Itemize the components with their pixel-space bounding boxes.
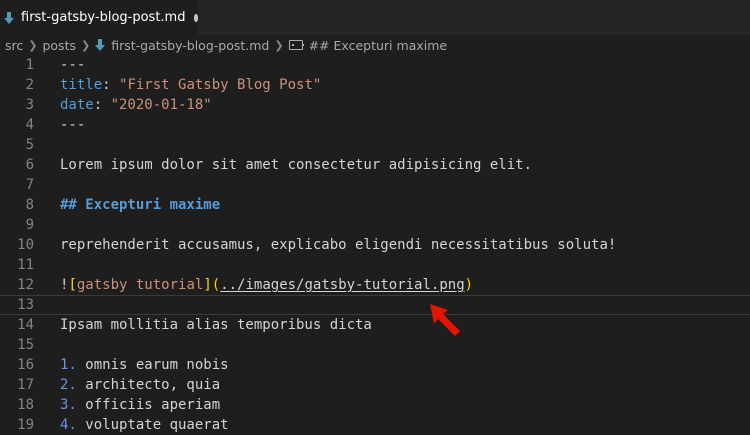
code-token: ): [464, 277, 474, 293]
line-number: 15: [17, 337, 34, 353]
line-number: 16: [17, 357, 34, 373]
code-line[interactable]: 1 ---: [0, 55, 750, 75]
code-line[interactable]: 3 date: "2020-01-18": [0, 95, 750, 115]
code-text: 2. architecto, quia: [60, 375, 220, 395]
chevron-right-icon: ❯: [80, 38, 91, 52]
line-number: 4: [25, 117, 34, 133]
code-token: omnis earum nobis: [76, 357, 229, 373]
code-token: date: [60, 97, 94, 113]
code-line[interactable]: 5: [0, 135, 750, 155]
line-number: 9: [25, 217, 34, 233]
code-token: :: [102, 77, 120, 93]
code-line[interactable]: 19 4. voluptate quaerat: [0, 415, 750, 435]
code-token: ---: [60, 57, 86, 73]
code-text: reprehenderit accusamus, explicabo elige…: [60, 235, 616, 255]
code-token: "2020-01-18": [110, 97, 212, 113]
code-text: ![gatsby tutorial](../images/gatsby-tuto…: [60, 275, 473, 295]
code-text: date: "2020-01-18": [60, 95, 212, 115]
breadcrumb-item-posts[interactable]: posts: [42, 38, 76, 53]
code-text: ---: [60, 55, 85, 75]
code-token: 4.: [60, 417, 77, 433]
code-text: ---: [60, 115, 85, 135]
unsaved-dot-icon[interactable]: [194, 13, 198, 22]
breadcrumb-item-file[interactable]: first-gatsby-blog-post.md: [111, 38, 269, 53]
code-token: (: [211, 277, 221, 293]
code-token: officiis aperiam: [76, 397, 221, 413]
code-line[interactable]: 17 2. architecto, quia: [0, 375, 750, 395]
tab-label: first-gatsby-blog-post.md: [21, 10, 186, 25]
code-token: ]: [203, 277, 212, 293]
code-token: ../images/gatsby-tutorial.png: [220, 277, 465, 293]
code-token: 2.: [60, 377, 77, 393]
code-line[interactable]: 12 ![gatsby tutorial](../images/gatsby-tu…: [0, 275, 750, 295]
line-number: 12: [17, 277, 34, 293]
code-token: reprehenderit accusamus, explicabo elige…: [60, 237, 617, 253]
code-token: Ipsam mollitia alias temporibus dicta: [60, 317, 372, 333]
code-line[interactable]: 10 reprehenderit accusamus, explicabo eli…: [0, 235, 750, 255]
code-text: 3. officiis aperiam: [60, 395, 220, 415]
line-number: 1: [25, 57, 34, 73]
code-line[interactable]: 8 ## Excepturi maxime: [0, 195, 750, 215]
line-number: 3: [25, 97, 34, 113]
code-token: gatsby tutorial: [76, 277, 204, 293]
code-line[interactable]: 15: [0, 335, 750, 355]
line-number: 17: [17, 377, 34, 393]
code-token: :: [93, 97, 111, 113]
line-number: 10: [17, 237, 34, 253]
line-number: 11: [17, 257, 34, 273]
breadcrumb-item-src[interactable]: src: [5, 38, 23, 53]
code-token: 3.: [60, 397, 77, 413]
code-text: 4. voluptate quaerat: [60, 415, 229, 435]
code-line[interactable]: 13: [0, 295, 750, 315]
chevron-right-icon: ❯: [274, 38, 284, 52]
red-arrow-icon: [430, 304, 460, 336]
code-line[interactable]: 9: [0, 215, 750, 235]
code-token: "First Gatsby Blog Post": [119, 77, 322, 93]
line-number: 2: [25, 77, 34, 93]
line-number: 6: [25, 157, 34, 173]
line-number: 14: [17, 317, 34, 333]
code-line[interactable]: 2 title: "First Gatsby Blog Post": [0, 75, 750, 95]
code-line[interactable]: 16 1. omnis earum nobis: [0, 355, 750, 375]
code-text: Ipsam mollitia alias temporibus dicta: [60, 315, 372, 335]
code-line[interactable]: 6 Lorem ipsum dolor sit amet consectetur …: [0, 155, 750, 175]
code-token: ---: [60, 117, 86, 133]
code-text: Lorem ipsum dolor sit amet consectetur a…: [60, 155, 532, 175]
code-token: 1.: [60, 357, 77, 373]
tab-bar: first-gatsby-blog-post.md: [0, 0, 750, 35]
editor-tab[interactable]: first-gatsby-blog-post.md: [0, 0, 198, 35]
code-line[interactable]: 7: [0, 175, 750, 195]
code-token: title: [60, 77, 103, 93]
line-number: 5: [25, 137, 34, 153]
code-token: voluptate quaerat: [76, 417, 229, 433]
code-text: ## Excepturi maxime: [60, 195, 220, 215]
code-line[interactable]: 4 ---: [0, 115, 750, 135]
code-text: 1. omnis earum nobis: [60, 355, 229, 375]
code-text: title: "First Gatsby Blog Post": [60, 75, 321, 95]
breadcrumb-item-heading[interactable]: ## Excepturi maxime: [309, 38, 447, 53]
breadcrumb: src ❯ posts ❯ first-gatsby-blog-post.md …: [0, 35, 750, 55]
code-token: Lorem ipsum dolor sit amet consectetur a…: [60, 157, 533, 173]
markdown-file-icon: [4, 11, 14, 24]
line-number: 7: [25, 177, 34, 193]
code-token: [: [68, 277, 77, 293]
line-number: 8: [25, 197, 34, 213]
code-token: architecto, quia: [76, 377, 221, 393]
code-editor[interactable]: 1 --- 2 title: "First Gatsby Blog Post" 3 dat…: [0, 55, 750, 435]
code-line[interactable]: 14 Ipsam mollitia alias temporibus dicta: [0, 315, 750, 335]
chevron-right-icon: ❯: [28, 38, 38, 52]
code-line[interactable]: 11: [0, 255, 750, 275]
markdown-file-icon: [95, 39, 106, 51]
heading-symbol-icon: [288, 40, 304, 50]
line-number: 19: [17, 417, 34, 433]
line-number: 13: [17, 297, 34, 313]
code-token: ## Excepturi maxime: [60, 197, 221, 213]
code-line[interactable]: 18 3. officiis aperiam: [0, 395, 750, 415]
line-number: 18: [17, 397, 34, 413]
